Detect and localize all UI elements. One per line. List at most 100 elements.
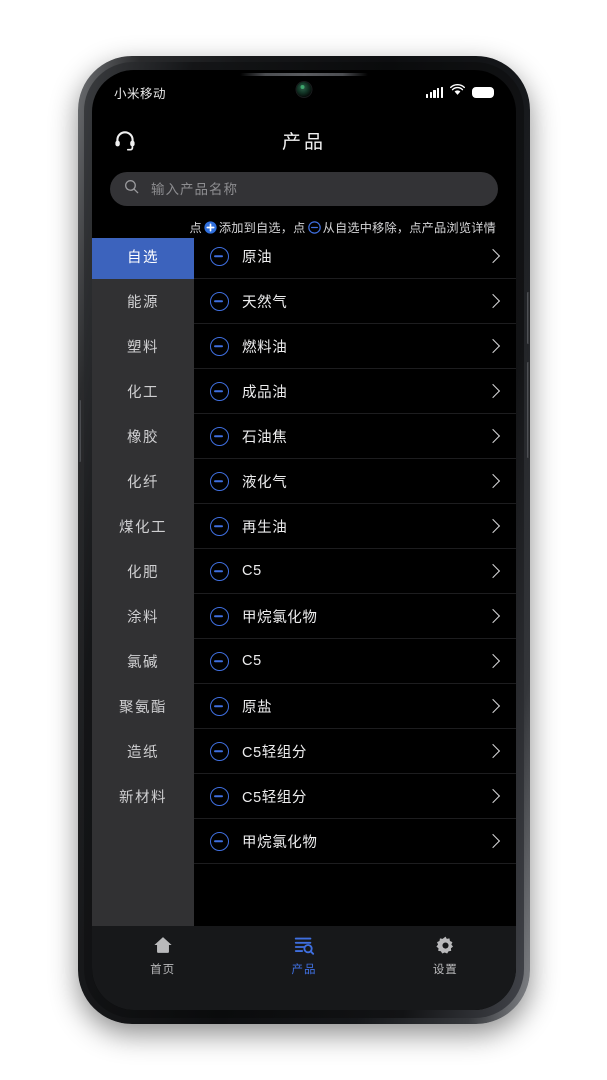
search-box[interactable] [110, 172, 498, 206]
table-row[interactable]: 成品油 [194, 369, 516, 414]
hint-part-2: 添加到自选，点 [218, 221, 306, 235]
sidebar-item-5[interactable]: 化纤 [92, 459, 194, 504]
minus-circle-icon[interactable] [210, 471, 229, 491]
product-list[interactable]: 原油 天然气 燃料油 成品油 石油焦 液化气 再生油 C5 甲烷氯化物 C5 原盐 C5轻组分 C5轻组… [194, 234, 516, 926]
chevron-right-icon[interactable] [485, 653, 501, 669]
battery-icon [472, 86, 494, 98]
category-sidebar[interactable]: 自选能源 塑料化工橡胶化纤煤化工化肥涂料氯碱聚氨酯造纸新材料 [92, 234, 194, 926]
sidebar-item-label: 造纸 [127, 745, 159, 761]
table-row[interactable]: 液化气 [194, 459, 516, 504]
nav-item-label: 设置 [432, 964, 458, 976]
product-name: 原油 [242, 249, 273, 266]
power-button[interactable] [527, 292, 530, 344]
minus-circle-icon[interactable] [210, 516, 229, 536]
table-row[interactable]: 甲烷氯化物 [194, 594, 516, 639]
sidebar-item-9[interactable]: 氯碱 [92, 639, 194, 684]
carrier-label: 小米移动 [114, 86, 167, 101]
search-input[interactable] [149, 180, 484, 198]
minus-circle-icon[interactable] [210, 606, 229, 626]
sidebar-item-4[interactable]: 橡胶 [92, 414, 194, 459]
nav-item-label: 产品 [291, 964, 317, 976]
table-row[interactable]: 原油 [194, 234, 516, 279]
chevron-right-icon[interactable] [485, 293, 501, 309]
table-row[interactable]: 甲烷氯化物 [194, 819, 516, 864]
sidebar-item-label: 化纤 [127, 475, 159, 491]
sidebar-item-12[interactable]: 新材料 [92, 774, 194, 819]
sidebar-item-label: 化工 [127, 385, 159, 401]
minus-circle-icon[interactable] [210, 426, 229, 446]
plus-circle-filled-icon [204, 221, 217, 234]
minus-circle-icon[interactable] [210, 696, 229, 716]
sidebar-item-label: 自选 [127, 250, 159, 266]
product-name: C5轻组分 [242, 744, 308, 761]
sidebar-item-label: 煤化工 [119, 520, 167, 536]
chevron-right-icon[interactable] [485, 743, 501, 759]
hint-text: 点 添加到自选，点 从自选中移除，点产品浏览详情 [110, 216, 498, 238]
product-name: 石油焦 [242, 429, 288, 446]
signal-icon [426, 86, 443, 98]
table-row[interactable]: 天然气 [194, 279, 516, 324]
sidebar-item-label: 涂料 [127, 610, 159, 626]
minus-circle-icon[interactable] [210, 741, 229, 761]
table-row[interactable]: C5轻组分 [194, 774, 516, 819]
minus-circle-outline-icon [307, 221, 321, 234]
bottom-nav: 首页 产品 设置 [92, 926, 516, 1010]
chevron-right-icon[interactable] [485, 563, 501, 579]
minus-circle-icon[interactable] [210, 561, 229, 581]
minus-circle-icon[interactable] [210, 291, 229, 311]
chevron-right-icon[interactable] [485, 428, 501, 444]
product-name: 甲烷氯化物 [242, 609, 318, 626]
chevron-right-icon[interactable] [485, 518, 501, 534]
minus-circle-icon[interactable] [210, 381, 229, 401]
search-icon [124, 179, 139, 199]
chevron-right-icon[interactable] [485, 788, 501, 804]
sidebar-item-8[interactable]: 涂料 [92, 594, 194, 639]
nav-item-gear[interactable]: 设置 [375, 934, 516, 977]
chevron-right-icon[interactable] [485, 698, 501, 714]
nav-item-label: 首页 [150, 964, 176, 976]
chevron-right-icon[interactable] [485, 608, 501, 624]
left-volume-button[interactable] [78, 400, 81, 462]
minus-circle-icon[interactable] [210, 786, 229, 806]
headset-icon[interactable] [108, 123, 142, 157]
phone-screen: 小米移动 产品 输入产品名称 点 添加到自选，点 从自选中移除，点产品浏览详情 … [92, 70, 516, 1010]
sidebar-item-3[interactable]: 化工 [92, 369, 194, 414]
app-header: 产品 [92, 114, 516, 166]
chevron-right-icon[interactable] [485, 338, 501, 354]
sidebar-item-label: 化肥 [127, 565, 159, 581]
table-row[interactable]: C5 [194, 549, 516, 594]
sidebar-item-1[interactable]: 能源 [92, 279, 194, 324]
minus-circle-icon[interactable] [210, 246, 229, 266]
front-camera-icon [296, 82, 312, 97]
product-name: C5轻组分 [242, 789, 308, 806]
sidebar-item-11[interactable]: 造纸 [92, 729, 194, 774]
table-row[interactable]: 原盐 [194, 684, 516, 729]
chevron-right-icon[interactable] [485, 473, 501, 489]
table-row[interactable]: 燃料油 [194, 324, 516, 369]
chevron-right-icon[interactable] [485, 248, 501, 264]
table-row[interactable]: C5 [194, 639, 516, 684]
chevron-right-icon[interactable] [485, 833, 501, 849]
minus-circle-icon[interactable] [210, 336, 229, 356]
chevron-right-icon[interactable] [485, 383, 501, 399]
sidebar-item-10[interactable]: 聚氨酯 [92, 684, 194, 729]
table-row[interactable]: 石油焦 [194, 414, 516, 459]
product-name: 天然气 [242, 294, 288, 311]
minus-circle-icon[interactable] [210, 831, 229, 851]
table-row[interactable]: 再生油 [194, 504, 516, 549]
status-icons-group [426, 83, 494, 101]
minus-circle-icon[interactable] [210, 651, 229, 671]
sidebar-item-label: 聚氨酯 [119, 700, 167, 716]
table-row[interactable]: C5轻组分 [194, 729, 516, 774]
product-search-icon [293, 934, 315, 956]
sidebar-item-7[interactable]: 化肥 [92, 549, 194, 594]
search-section: 点 添加到自选，点 从自选中移除，点产品浏览详情 [92, 166, 516, 238]
nav-item-home[interactable]: 首页 [92, 934, 233, 977]
gear-icon [435, 934, 456, 956]
sidebar-item-0[interactable]: 自选 [92, 234, 194, 279]
sidebar-item-6[interactable]: 煤化工 [92, 504, 194, 549]
nav-item-product-search[interactable]: 产品 [233, 934, 374, 977]
home-icon [152, 934, 174, 956]
sidebar-item-2[interactable]: 塑料 [92, 324, 194, 369]
right-volume-button[interactable] [527, 362, 530, 458]
